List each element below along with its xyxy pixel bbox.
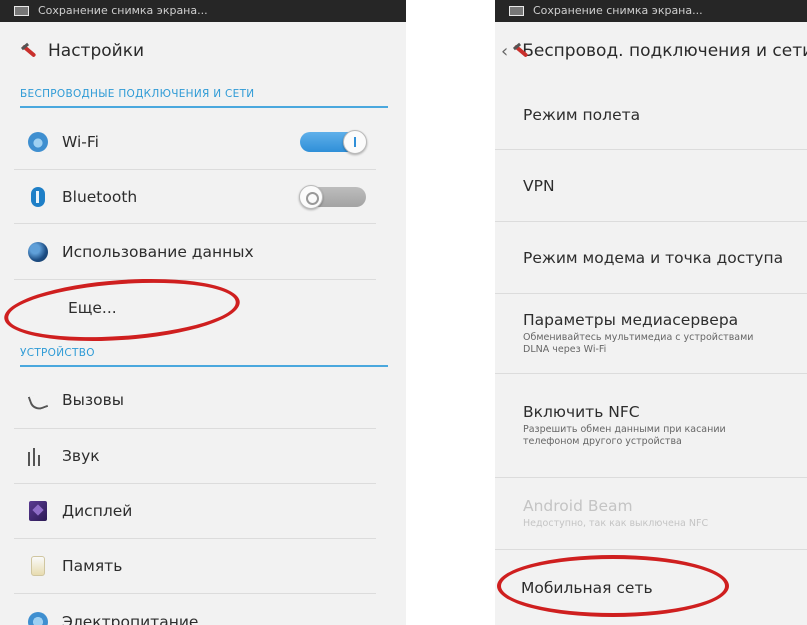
settings-item-summary: Недоступно, так как выключена NFC	[523, 518, 709, 529]
settings-item-label: Еще...	[68, 299, 117, 317]
screenshot-icon	[509, 6, 524, 16]
settings-item-label: VPN	[523, 176, 555, 195]
settings-item-label: Включить NFC	[523, 403, 640, 421]
settings-item-label: Режим модема и точка доступа	[523, 248, 784, 267]
settings-item-label: Android Beam	[523, 497, 633, 515]
status-bar: Сохранение снимка экрана...	[495, 0, 807, 22]
equalizer-icon	[28, 446, 48, 466]
screenshot-icon	[14, 6, 29, 16]
settings-item-data-usage[interactable]: Использование данных	[14, 224, 376, 280]
bluetooth-toggle[interactable]	[299, 184, 366, 209]
settings-item-nfc[interactable]: Включить NFC Разрешить обмен данными при…	[495, 374, 807, 478]
settings-item-summary: Разрешить обмен данными при касании теле…	[523, 424, 726, 447]
page-title: Беспровод. подключения и сети	[522, 41, 807, 61]
back-icon[interactable]: ‹	[501, 41, 508, 62]
memory-icon	[31, 556, 45, 576]
battery-icon	[28, 611, 48, 625]
settings-item-more[interactable]: Еще...	[14, 280, 376, 336]
settings-item-bluetooth[interactable]: Bluetooth	[14, 170, 376, 224]
settings-item-sound[interactable]: Звук	[14, 429, 376, 484]
settings-item-android-beam: Android Beam Недоступно, так как выключе…	[495, 478, 807, 550]
settings-item-summary: Обменивайтесь мультимедиа с устройствами…	[523, 332, 754, 355]
settings-item-label: Звук	[62, 447, 100, 465]
display-icon	[29, 501, 47, 521]
bluetooth-icon	[31, 186, 45, 207]
settings-item-label: Параметры медиасервера	[523, 311, 739, 329]
settings-item-label: Режим полета	[523, 105, 641, 124]
status-text: Сохранение снимка экрана...	[38, 4, 208, 17]
settings-item-airplane-mode[interactable]: Режим полета	[495, 80, 807, 150]
settings-item-power[interactable]: Электропитание	[14, 594, 376, 625]
settings-item-vpn[interactable]: VPN	[495, 150, 807, 222]
phone-icon	[28, 390, 48, 410]
section-header-device: УСТРОЙСТВО	[20, 343, 388, 367]
settings-item-mobile-network[interactable]: Мобильная сеть	[495, 550, 807, 625]
settings-item-label: Память	[62, 557, 123, 575]
status-text: Сохранение снимка экрана...	[533, 4, 703, 17]
settings-item-label: Электропитание	[62, 612, 199, 625]
settings-item-label: Вызовы	[62, 391, 124, 409]
settings-item-label: Wi-Fi	[62, 132, 99, 151]
wifi-icon	[28, 131, 48, 152]
action-bar: ‹ Беспровод. подключения и сети	[495, 22, 807, 80]
settings-item-label: Дисплей	[62, 502, 133, 520]
page-title: Настройки	[48, 41, 145, 61]
settings-icon	[20, 42, 38, 60]
right-screen: Сохранение снимка экрана... ‹ Беспровод.…	[495, 0, 807, 625]
settings-item-tethering[interactable]: Режим модема и точка доступа	[495, 222, 807, 294]
left-screen: Сохранение снимка экрана... Настройки БЕ…	[0, 0, 406, 625]
wifi-toggle[interactable]	[300, 129, 367, 154]
data-usage-icon	[28, 241, 48, 262]
settings-item-display[interactable]: Дисплей	[14, 484, 376, 539]
status-bar: Сохранение снимка экрана...	[0, 0, 406, 22]
settings-item-label: Мобильная сеть	[521, 578, 653, 597]
settings-item-label: Bluetooth	[62, 187, 138, 206]
settings-item-label: Использование данных	[62, 242, 254, 261]
settings-item-media-server[interactable]: Параметры медиасервера Обменивайтесь мул…	[495, 294, 807, 374]
settings-item-wifi[interactable]: Wi-Fi	[14, 114, 376, 170]
settings-item-calls[interactable]: Вызовы	[14, 372, 376, 429]
section-header-wireless: БЕСПРОВОДНЫЕ ПОДКЛЮЧЕНИЯ И СЕТИ	[20, 84, 388, 108]
settings-item-memory[interactable]: Память	[14, 539, 376, 594]
action-bar: Настройки	[0, 22, 406, 80]
